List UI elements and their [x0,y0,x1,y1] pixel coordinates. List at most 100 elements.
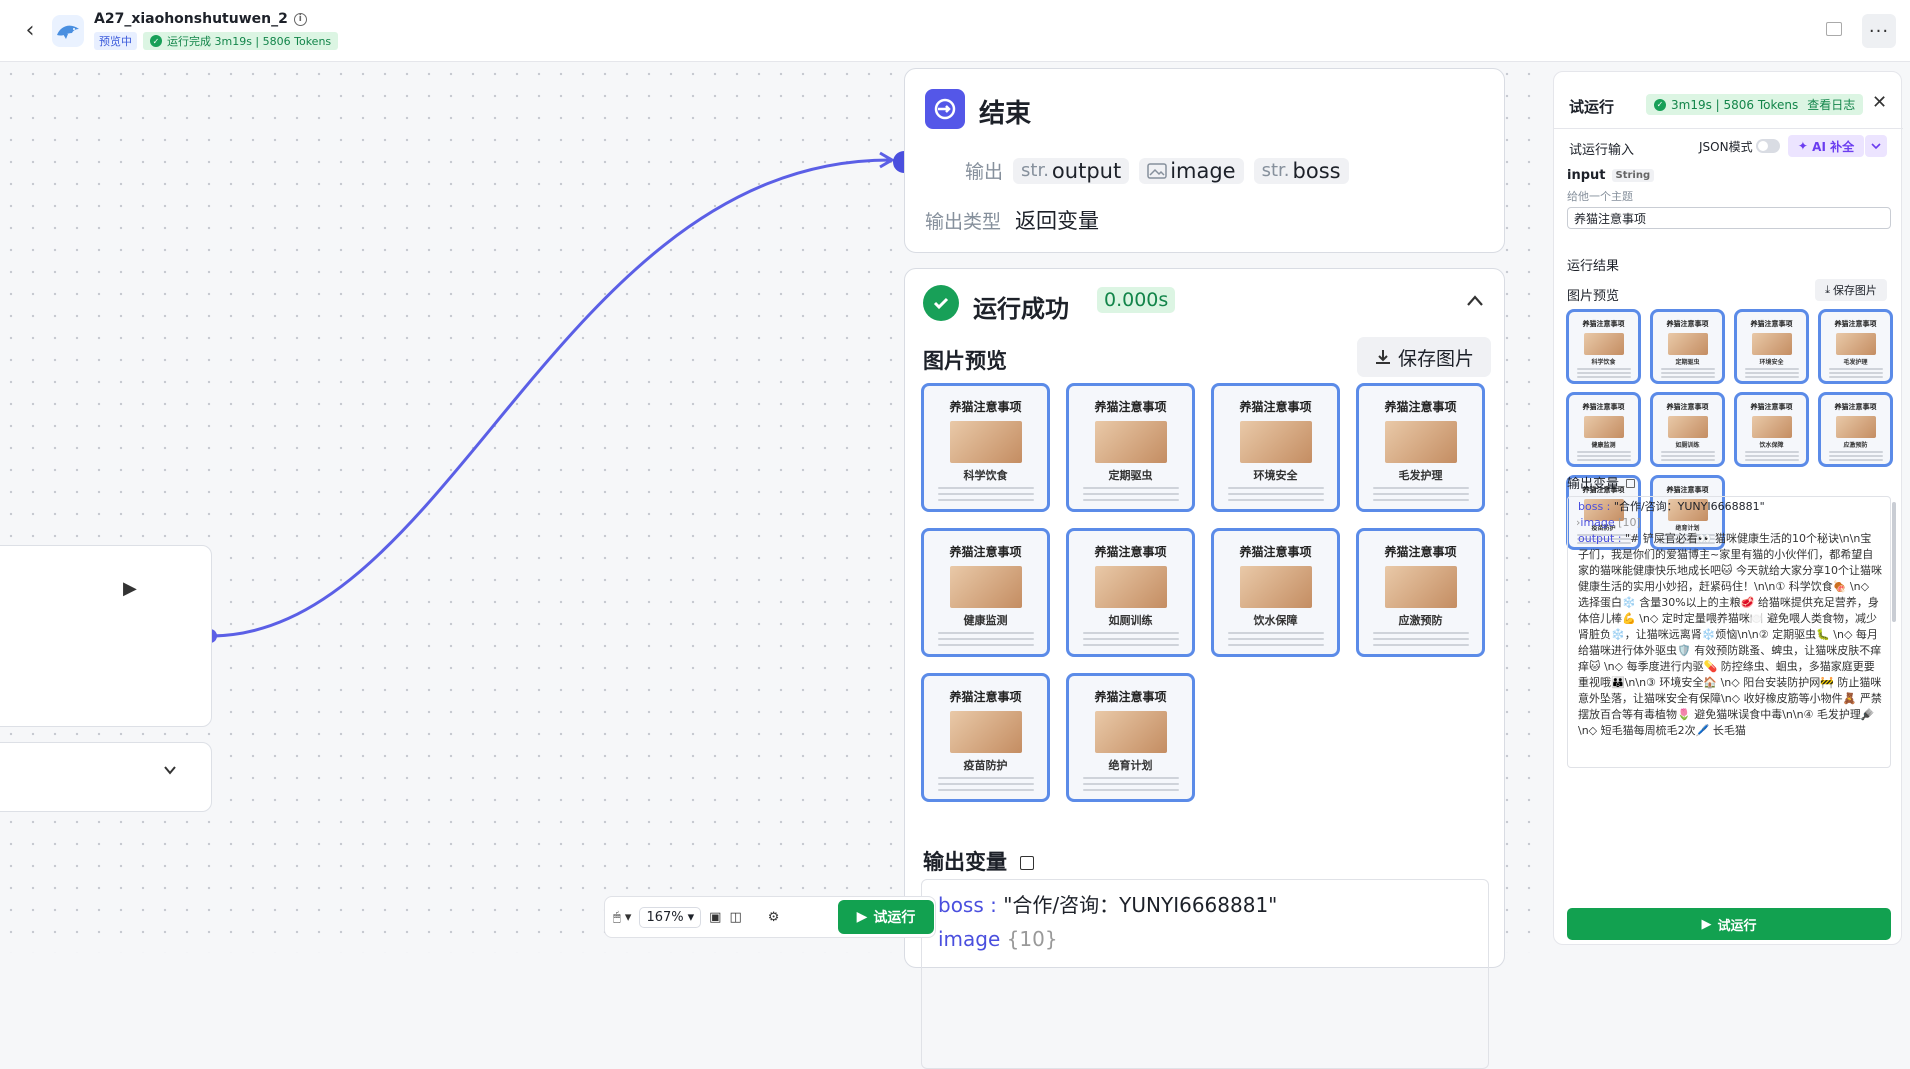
image-thumbnail[interactable]: 养猫注意事项 应激预防 [1356,528,1485,657]
left-node[interactable]: ▶ [0,545,212,727]
input-section-title: 试运行输入 [1569,143,1635,158]
image-thumbnail[interactable]: 养猫注意事项 定期驱虫 [1066,383,1195,512]
thumbnail-caption: 应激预防 [1398,614,1443,628]
thumbnail-caption: 疫苗防护 [963,759,1008,773]
output-vars-heading: 输出变量 [923,846,1035,876]
image-thumbnail[interactable]: 养猫注意事项 饮水保障 [1734,392,1809,467]
check-icon: ✓ [150,35,162,47]
thumbnail-photo [1667,415,1708,438]
app-logo-icon [52,14,84,47]
input-field[interactable]: 养猫注意事项 [1567,207,1891,229]
image-thumbnail[interactable]: 养猫注意事项 健康监测 [1566,392,1641,467]
back-icon[interactable]: ‹ [20,18,40,43]
thumbnail-title: 养猫注意事项 [1666,402,1709,411]
thumbnail-caption: 科学饮食 [1591,358,1616,366]
image-thumbnail[interactable]: 养猫注意事项 如厕训练 [1066,528,1195,657]
output-chip-output: str. output [1013,157,1130,184]
image-thumbnail[interactable]: 养猫注意事项 如厕训练 [1650,392,1725,467]
panel-save-images-button[interactable]: ⤓ 保存图片 [1815,279,1887,301]
image-thumbnail[interactable]: 养猫注意事项 定期驱虫 [1650,309,1725,384]
thumbnail-title: 养猫注意事项 [1750,319,1793,328]
image-thumbnail[interactable]: 养猫注意事项 绝育计划 [1066,673,1195,802]
thumbnail-title: 养猫注意事项 [1384,400,1457,415]
thumbnail-title: 养猫注意事项 [1582,319,1625,328]
end-node[interactable]: 结束 输出 str. output image str. boss 输出类型 返回变… [904,68,1505,253]
workflow-canvas[interactable]: ▶ 结束 输出 str. output image str. boss 输出类型 返… [0,63,1545,1069]
ai-complete-button[interactable]: ✦ AI 补全 [1788,135,1864,157]
image-thumbnail[interactable]: 养猫注意事项 健康监测 [921,528,1050,657]
image-thumbnail[interactable]: 养猫注意事项 环境安全 [1734,309,1809,384]
thumbnail-title: 养猫注意事项 [1239,400,1312,415]
left-node-collapsed[interactable] [0,742,212,812]
image-thumbnail[interactable]: 养猫注意事项 毛发护理 [1818,309,1893,384]
chevron-down-icon [1871,143,1881,150]
chevron-down-icon[interactable] [163,763,177,777]
download-icon [1375,350,1390,364]
thumbnail-photo [949,711,1022,754]
panel-output-vars-title: 输出变量 [1567,473,1636,492]
thumbnail-title: 养猫注意事项 [1094,690,1167,705]
app-title: A27_xiaohonshutuwen_2 [94,11,288,27]
run-result-node: 运行成功 0.000s 图片预览 保存图片 养猫注意事项 科学饮食 养猫注意事项 定期… [904,268,1505,1069]
thumbnail-caption: 环境安全 [1759,358,1784,366]
image-thumbnail[interactable]: 养猫注意事项 毛发护理 [1356,383,1485,512]
image-thumbnail[interactable]: 养猫注意事项 饮水保障 [1211,528,1340,657]
input-name: input [1567,168,1606,183]
image-thumbnail[interactable]: 养猫注意事项 环境安全 [1211,383,1340,512]
thumbnail-caption: 定期驱虫 [1108,469,1153,483]
thumbnail-photo [949,421,1022,464]
copy-icon[interactable] [1626,479,1636,488]
play-icon[interactable]: ▶ [123,578,137,599]
image-thumbnail[interactable]: 养猫注意事项 疫苗防护 [921,673,1050,802]
view-log-link[interactable]: 查看日志 [1807,96,1855,113]
thumbnail-photo [1384,566,1457,609]
thumbnail-photo [949,566,1022,609]
layout-icon[interactable]: ◫ [729,910,741,925]
settings-icon[interactable]: ⚙ [768,910,780,925]
panel-status-badge: ✓ 3m19s | 5806 Tokens 查看日志 [1646,94,1864,115]
chevron-up-icon[interactable] [1465,291,1485,311]
panel-output-box: boss : "合作/咨询：YUNYI6668881" ›image [10] … [1567,496,1891,768]
output-vars-box: boss : "合作/咨询：YUNYI6668881" image {10} [921,879,1489,1069]
image-thumbnail[interactable]: 养猫注意事项 科学饮食 [921,383,1050,512]
thumbnail-title: 养猫注意事项 [1094,400,1167,415]
thumbnail-caption: 环境安全 [1253,469,1298,483]
thumbnail-caption: 饮水保障 [1759,441,1784,449]
mouse-icon[interactable]: 🖱 ▾ [613,910,631,925]
test-run-panel: 试运行 ✓ 3m19s | 5806 Tokens 查看日志 ✕ 试运行输入 JSO… [1545,63,1910,953]
json-mode-toggle[interactable] [1756,139,1780,153]
image-thumbnail[interactable]: 养猫注意事项 应激预防 [1818,392,1893,467]
input-hint: 给他一个主题 [1567,190,1633,203]
thumbnail-title: 养猫注意事项 [1834,402,1877,411]
minimap-icon[interactable]: ▣ [709,910,721,925]
image-thumbnail[interactable]: 养猫注意事项 科学饮食 [1566,309,1641,384]
success-icon [923,285,959,321]
close-icon[interactable]: ✕ [1872,92,1887,113]
panel-run-button[interactable]: ▶ 试运行 [1567,908,1891,940]
output-chip-boss: str. boss [1253,157,1349,184]
thumbnail-photo [1239,421,1312,464]
thumbnail-title: 养猫注意事项 [949,400,1022,415]
output-type-value: 返回变量 [1015,209,1100,233]
toolbar-run-button[interactable]: ▶ 试运行 [838,900,934,934]
download-icon: ⤓ [1825,283,1830,296]
run-time-badge: 0.000s [1097,287,1176,313]
output-chip-image: image [1139,157,1244,184]
check-icon: ✓ [1654,98,1666,111]
zoom-select[interactable]: 167% ▾ [639,906,702,928]
more-menu-button[interactable]: ··· [1862,14,1896,48]
thumbnail-title: 养猫注意事项 [1666,485,1709,494]
output-type-label: 输出类型 [925,210,1002,233]
ai-dropdown-button[interactable] [1865,135,1887,157]
copy-icon[interactable] [1020,856,1035,870]
window-icon[interactable] [1826,22,1842,36]
thumbnail-photo [1835,415,1876,438]
scrollbar[interactable] [1892,502,1896,622]
info-icon[interactable]: i [293,12,307,26]
panel-title: 试运行 [1569,98,1615,116]
thumbnail-photo [1239,566,1312,609]
save-images-button[interactable]: 保存图片 [1357,337,1491,377]
panel-image-preview-title: 图片预览 [1567,289,1620,304]
thumbnail-title: 养猫注意事项 [1666,319,1709,328]
thumbnail-caption: 绝育计划 [1108,759,1153,773]
